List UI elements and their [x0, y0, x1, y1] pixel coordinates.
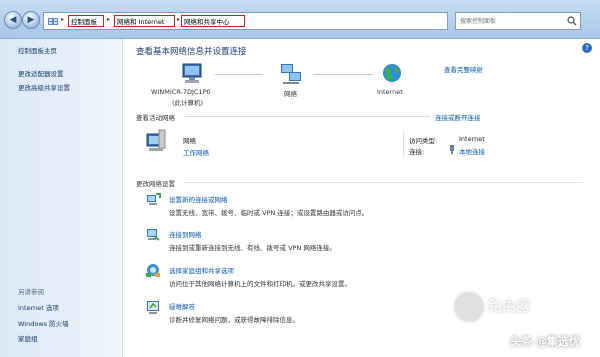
map-connector-line — [215, 74, 263, 75]
breadcrumb-sharing-center[interactable]: 网络和共享中心 — [181, 15, 245, 27]
sidebar-home-link[interactable]: 控制面板主页 — [18, 45, 57, 55]
connect-disconnect-link[interactable]: 连接或断开连接 — [435, 112, 481, 122]
new-connection-icon — [147, 193, 161, 205]
back-button[interactable]: ◀ — [4, 11, 22, 29]
watermark-logo-icon — [452, 290, 486, 324]
ethernet-icon — [450, 145, 454, 154]
search-input[interactable] — [458, 14, 562, 29]
breadcrumb-separator: ▸ — [107, 16, 111, 23]
breadcrumb-separator: ▸ — [61, 16, 65, 23]
page-title: 查看基本网络信息并设置连接 — [136, 47, 247, 57]
address-bar[interactable]: ▸ 控制面板 ▸ 网络和 Internet ▸ 网络和共享中心 — [43, 12, 448, 30]
watermark-author: 头条 @集选优 — [510, 335, 580, 348]
sidebar-link-firewall[interactable]: Windows 防火墙 — [18, 318, 69, 328]
breadcrumb-control-panel[interactable]: 控制面板 — [68, 15, 104, 27]
active-networks-heading: 查看活动网络 — [136, 114, 175, 122]
change-settings-heading: 更改网络设置 — [136, 180, 175, 188]
search-box[interactable] — [455, 12, 581, 30]
connections-label: 连接: — [409, 148, 425, 156]
sidebar-link-adapter-settings[interactable]: 更改适配器设置 — [18, 68, 64, 78]
computer-icon — [182, 63, 202, 83]
homegroup-sharing-link[interactable]: 选择家庭组和共享选项 — [169, 265, 234, 275]
forward-button[interactable]: ▶ — [22, 11, 40, 29]
sidebar: 控制面板主页 更改适配器设置 更改高级共享设置 另请参阅 Internet 选项… — [0, 39, 123, 357]
active-network-name: 网络 — [183, 137, 196, 145]
network-icon — [281, 64, 301, 84]
sidebar-link-internet-options[interactable]: Internet 选项 — [18, 302, 59, 312]
setup-connection-link[interactable]: 设置新的连接或网络 — [169, 194, 228, 204]
homegroup-icon — [146, 264, 160, 277]
sidebar-link-homegroup[interactable]: 家庭组 — [18, 333, 38, 343]
troubleshoot-desc: 诊断并修复网络问题，或获得故障排除信息。 — [169, 316, 299, 324]
view-full-map-link[interactable]: 查看完整映射 — [444, 64, 483, 74]
sidebar-link-advanced-sharing[interactable]: 更改高级共享设置 — [18, 82, 70, 92]
troubleshoot-link[interactable]: 疑难解答 — [169, 301, 195, 311]
work-network-icon — [146, 129, 166, 151]
setup-connection-desc: 设置无线、宽带、拨号、临时或 VPN 连接；或设置路由器或访问点。 — [169, 209, 369, 217]
section-divider — [183, 182, 583, 183]
access-type-value: Internet — [459, 135, 485, 143]
see-also-heading: 另请参阅 — [18, 288, 44, 296]
access-type-label: 访问类型: — [409, 137, 438, 145]
connect-to-network-desc: 连接到或重新连接到无线、有线、拨号或 VPN 网络连接。 — [169, 244, 336, 252]
network-type-link[interactable]: 工作网络 — [183, 147, 209, 157]
help-icon[interactable]: ? — [582, 43, 592, 53]
globe-icon — [383, 64, 401, 82]
computer-sub-label: (此计算机) — [172, 99, 204, 107]
connect-network-icon — [147, 229, 160, 241]
computer-name-label: WINMICR-7DJC1P0 — [151, 88, 211, 96]
window-titlebar: ◀ ▶ ▸ 控制面板 ▸ 网络和 Internet ▸ 网络和共享中心 — [0, 0, 600, 39]
connect-to-network-link[interactable]: 连接到网络 — [169, 229, 202, 239]
breadcrumb-network-internet[interactable]: 网络和 Internet — [114, 15, 175, 27]
internet-map-label: Internet — [377, 88, 403, 96]
search-icon[interactable] — [567, 16, 577, 26]
breadcrumb-separator: ▸ — [177, 16, 181, 23]
homegroup-sharing-desc: 访问位于其他网络计算机上的文件和打印机，或更改共享设置。 — [169, 280, 351, 288]
control-panel-icon — [48, 18, 58, 25]
section-divider — [185, 116, 430, 117]
map-connector-line — [313, 74, 373, 75]
column-divider — [403, 131, 404, 157]
watermark-logo-text: 路由器 — [488, 299, 530, 315]
troubleshoot-icon — [147, 301, 159, 314]
network-map-label: 网络 — [284, 90, 297, 98]
local-connection-link[interactable]: 本地连接 — [459, 146, 485, 156]
